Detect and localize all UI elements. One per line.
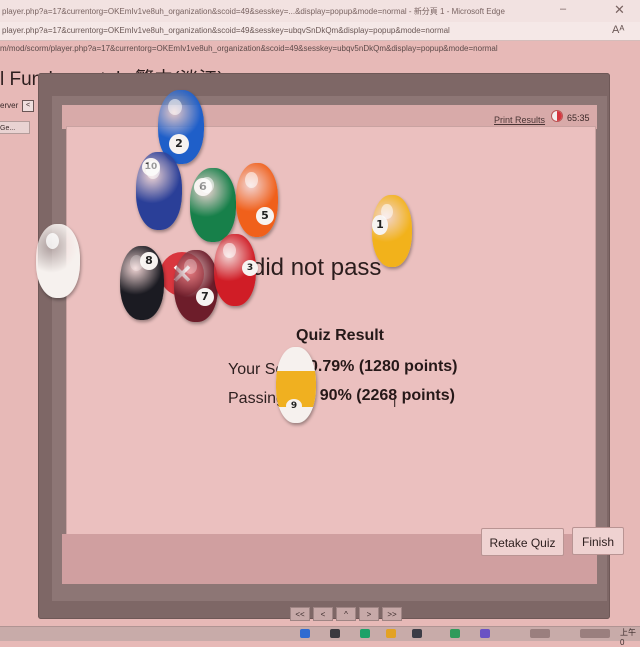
ball-number: 9 [286, 399, 302, 413]
ball-7-maroon: 7 [174, 250, 218, 322]
retake-quiz-button[interactable]: Retake Quiz [481, 528, 564, 556]
your-score-value: 0.79% (1280 points) [309, 358, 458, 375]
taskbar-app-icon[interactable] [450, 629, 460, 638]
pager-prev-button[interactable]: < [313, 607, 333, 621]
minimize-icon[interactable]: – [560, 3, 566, 15]
cue-ball [36, 224, 80, 298]
ball-number: 2 [169, 134, 189, 154]
folder-icon[interactable] [386, 629, 396, 638]
ball-number: 3 [242, 260, 258, 276]
taskbar-app-icon[interactable] [412, 629, 422, 638]
browser-title-bar: player.php?a=17&currentorg=OKEmIv1ve8uh_… [0, 0, 640, 23]
edge-icon[interactable] [360, 629, 370, 638]
close-icon[interactable]: ✕ [614, 2, 625, 18]
pager-next-button[interactable]: > [359, 607, 379, 621]
network-volume-icons[interactable] [580, 629, 610, 638]
pager-last-button[interactable]: >> [382, 607, 402, 621]
slide-pager: << < ^ > >> [290, 607, 402, 623]
ball-3-red: 3 [214, 234, 258, 306]
print-results-link[interactable]: Print Results [494, 115, 545, 125]
address-bar[interactable]: player.php?a=17&currentorg=OKEmIv1ve8uh_… [0, 22, 640, 41]
ball-number: 5 [256, 207, 274, 225]
ball-8-black: 8 [120, 246, 164, 320]
sidebar-toggle-button[interactable]: < [22, 100, 34, 112]
ball-1-yellow: 1 [372, 195, 412, 267]
taskbar-clock: 上午0 [620, 628, 636, 647]
taskbar-app-icon[interactable] [300, 629, 310, 638]
text-cursor-icon: I [393, 396, 397, 410]
address-url[interactable]: player.php?a=17&currentorg=OKEmIv1ve8uh_… [2, 26, 450, 35]
result-heading: did not pass [252, 254, 382, 281]
pager-up-button[interactable]: ^ [336, 607, 356, 621]
timer-text: 65:35 [567, 113, 590, 123]
ball-number: 7 [196, 288, 214, 306]
page-url-text: m/mod/scorm/player.php?a=17&currentorg=O… [0, 44, 498, 53]
pager-first-button[interactable]: << [290, 607, 310, 621]
finish-button[interactable]: Finish [572, 527, 624, 555]
reader-mode-icon[interactable]: Aᴬ [612, 24, 624, 36]
sidebar-button[interactable]: Ge... [0, 121, 30, 134]
ball-9-yellow-stripe: 9 [276, 347, 316, 423]
timer-icon [551, 110, 563, 122]
quiz-result-title: Quiz Result [296, 327, 385, 344]
taskbar-app-icon[interactable] [480, 629, 490, 638]
ball-6-green: 6 [190, 168, 236, 242]
sidebar-label: erver [0, 101, 19, 110]
passing-score-value: : 90% (2268 points) [310, 387, 455, 404]
system-tray-icons[interactable] [530, 629, 550, 638]
window-title-text: player.php?a=17&currentorg=OKEmIv1ve8uh_… [2, 7, 505, 16]
ball-10-blue-stripe: 10 [136, 152, 182, 230]
taskbar-app-icon[interactable] [330, 629, 340, 638]
ball-5-orange: 5 [236, 163, 278, 237]
